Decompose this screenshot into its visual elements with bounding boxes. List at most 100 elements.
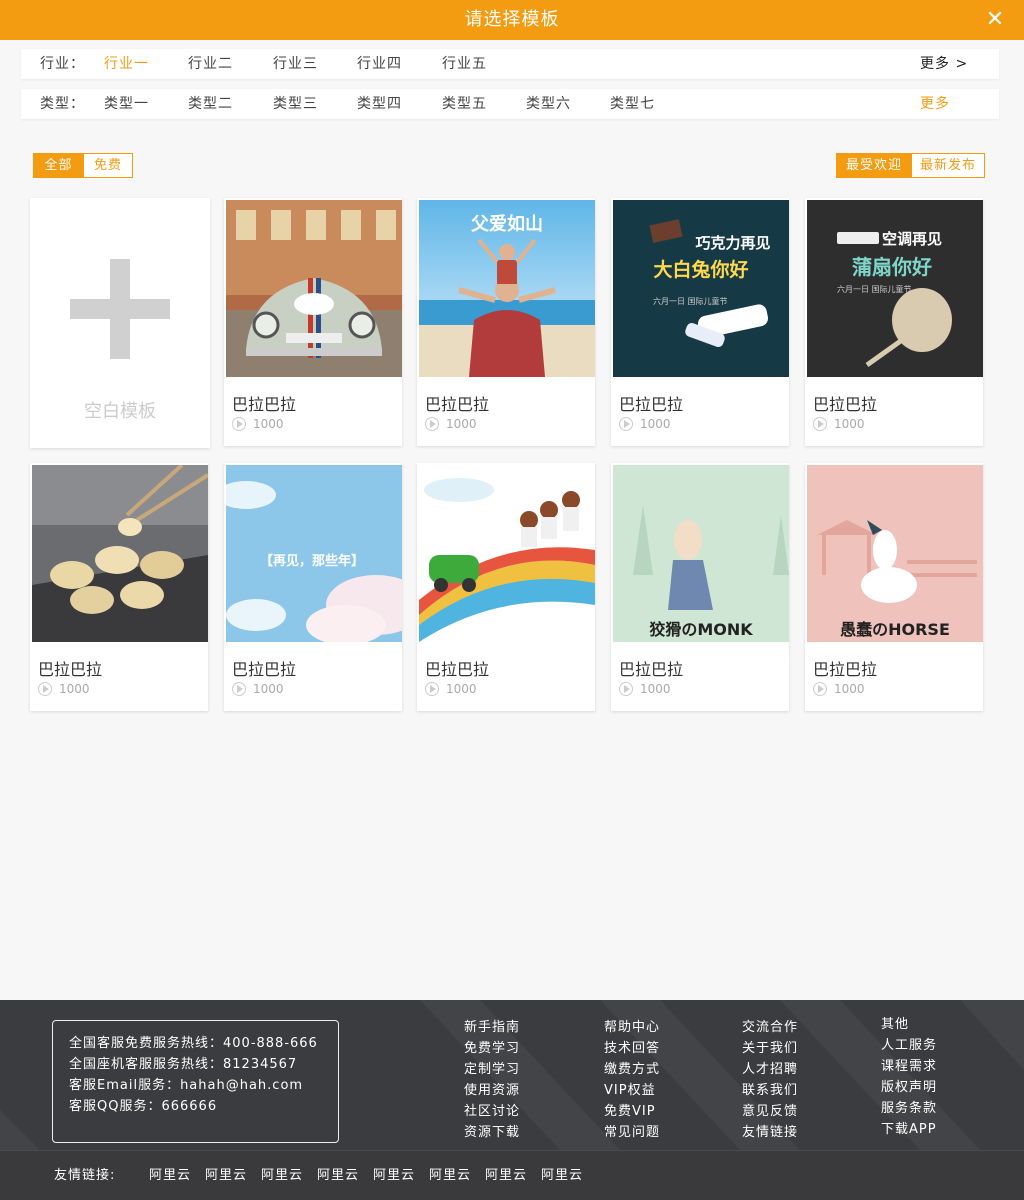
close-icon[interactable]: ✕ bbox=[984, 9, 1006, 31]
footer-column-1: 新手指南 免费学习 定制学习 使用资源 社区讨论 资源下载 bbox=[464, 1017, 520, 1143]
type-option-1[interactable]: 类型一 bbox=[104, 89, 149, 119]
svg-text:六月一日 国际儿童节: 六月一日 国际儿童节 bbox=[837, 284, 912, 294]
footer-link[interactable]: 使用资源 bbox=[464, 1080, 520, 1101]
email-text: 客服Email服务：hahah@hah.com bbox=[69, 1078, 304, 1093]
footer-link[interactable]: 缴费方式 bbox=[604, 1059, 660, 1080]
friend-link[interactable]: 阿里云 bbox=[317, 1151, 359, 1200]
industry-option-2[interactable]: 行业二 bbox=[188, 49, 233, 79]
template-name: 巴拉巴拉 bbox=[619, 660, 684, 679]
template-views: 1000 bbox=[619, 417, 671, 431]
footer-link[interactable]: VIP权益 bbox=[604, 1080, 660, 1101]
toggle-newest[interactable]: 最新发布 bbox=[911, 154, 984, 177]
footer-link[interactable]: 关于我们 bbox=[742, 1038, 798, 1059]
footer-link[interactable]: 下载APP bbox=[881, 1119, 937, 1140]
friend-links-bar: 友情链接: 阿里云 阿里云 阿里云 阿里云 阿里云 阿里云 阿里云 阿里云 bbox=[0, 1150, 1024, 1200]
blank-template-card[interactable]: 空白模板 bbox=[30, 198, 210, 448]
footer-link[interactable]: 免费学习 bbox=[464, 1038, 520, 1059]
play-icon bbox=[619, 417, 633, 431]
template-card[interactable]: 巧克力再见 大白兔你好 六月一日 国际儿童节 巴拉巴拉 1000 bbox=[611, 198, 789, 446]
template-views: 1000 bbox=[813, 682, 865, 696]
template-card[interactable]: 父爱如山 巴拉巴拉 1000 bbox=[417, 198, 595, 446]
friend-link[interactable]: 阿里云 bbox=[261, 1151, 303, 1200]
footer-link[interactable]: 新手指南 bbox=[464, 1017, 520, 1038]
template-card[interactable]: 空调再见 蒲扇你好 六月一日 国际儿童节 巴拉巴拉 1000 bbox=[805, 198, 983, 446]
type-option-3[interactable]: 类型三 bbox=[273, 89, 318, 119]
footer-link[interactable]: 友情链接 bbox=[742, 1122, 798, 1143]
friend-links-label: 友情链接: bbox=[54, 1168, 116, 1183]
template-card[interactable]: 巴拉巴拉 1000 bbox=[417, 463, 595, 711]
template-card[interactable]: 【再见，那些年】 巴拉巴拉 1000 bbox=[224, 463, 402, 711]
play-icon bbox=[232, 417, 246, 431]
page-title: 请选择模板 bbox=[464, 9, 560, 30]
friend-link[interactable]: 阿里云 bbox=[205, 1151, 247, 1200]
svg-text:巧克力再见: 巧克力再见 bbox=[695, 234, 770, 252]
footer-link[interactable]: 人才招聘 bbox=[742, 1059, 798, 1080]
template-name: 巴拉巴拉 bbox=[425, 660, 490, 679]
footer-link[interactable]: 社区讨论 bbox=[464, 1101, 520, 1122]
template-views: 1000 bbox=[425, 417, 477, 431]
friend-link[interactable]: 阿里云 bbox=[541, 1151, 583, 1200]
template-thumbnail bbox=[226, 200, 402, 377]
blank-template-label: 空白模板 bbox=[84, 401, 156, 422]
friend-link[interactable]: 阿里云 bbox=[373, 1151, 415, 1200]
footer-link[interactable]: 常见问题 bbox=[604, 1122, 660, 1143]
footer-column-4: 其他 人工服务 课程需求 版权声明 服务条款 下载APP bbox=[881, 1014, 937, 1140]
type-option-6[interactable]: 类型六 bbox=[526, 89, 571, 119]
template-thumbnail: 愚蠢のHORSE bbox=[807, 465, 983, 642]
template-name: 巴拉巴拉 bbox=[425, 395, 490, 414]
sort-toggle: 最受欢迎 最新发布 bbox=[836, 153, 985, 178]
footer-link[interactable]: 定制学习 bbox=[464, 1059, 520, 1080]
footer-link[interactable]: 其他 bbox=[881, 1014, 937, 1035]
type-more-link[interactable]: 更多 bbox=[920, 89, 950, 119]
industry-option-3[interactable]: 行业三 bbox=[273, 49, 318, 79]
industry-more-link[interactable]: 更多 > bbox=[920, 49, 968, 79]
type-option-7[interactable]: 类型七 bbox=[610, 89, 655, 119]
template-thumbnail: 空调再见 蒲扇你好 六月一日 国际儿童节 bbox=[807, 200, 983, 377]
industry-option-5[interactable]: 行业五 bbox=[442, 49, 487, 79]
template-thumbnail: 巧克力再见 大白兔你好 六月一日 国际儿童节 bbox=[613, 200, 789, 377]
svg-text:父爱如山: 父爱如山 bbox=[471, 213, 543, 235]
footer-link[interactable]: 交流合作 bbox=[742, 1017, 798, 1038]
template-name: 巴拉巴拉 bbox=[38, 660, 103, 679]
svg-text:愚蠢のHORSE: 愚蠢のHORSE bbox=[840, 620, 950, 639]
type-option-5[interactable]: 类型五 bbox=[442, 89, 487, 119]
type-option-2[interactable]: 类型二 bbox=[188, 89, 233, 119]
industry-label: 行业： bbox=[40, 56, 85, 72]
friend-link[interactable]: 阿里云 bbox=[429, 1151, 471, 1200]
footer-link[interactable]: 帮助中心 bbox=[604, 1017, 660, 1038]
template-card[interactable]: 愚蠢のHORSE 巴拉巴拉 1000 bbox=[805, 463, 983, 711]
friend-link[interactable]: 阿里云 bbox=[149, 1151, 191, 1200]
footer-link[interactable]: 联系我们 bbox=[742, 1080, 798, 1101]
industry-filter-bar: 行业： 行业一 行业二 行业三 行业四 行业五 更多 > bbox=[21, 49, 999, 79]
toggle-all[interactable]: 全部 bbox=[34, 154, 83, 177]
play-icon bbox=[813, 682, 827, 696]
template-card[interactable]: 巴拉巴拉 1000 bbox=[30, 463, 208, 711]
play-icon bbox=[813, 417, 827, 431]
template-views: 1000 bbox=[38, 682, 90, 696]
play-icon bbox=[38, 682, 52, 696]
template-views: 1000 bbox=[813, 417, 865, 431]
footer-link[interactable]: 免费VIP bbox=[604, 1101, 660, 1122]
template-card[interactable]: 狡猾のMONK 巴拉巴拉 1000 bbox=[611, 463, 789, 711]
toggle-free[interactable]: 免费 bbox=[83, 154, 132, 177]
template-thumbnail bbox=[32, 465, 208, 642]
template-card[interactable]: 巴拉巴拉 1000 bbox=[224, 198, 402, 446]
footer-link[interactable]: 人工服务 bbox=[881, 1035, 937, 1056]
footer-link[interactable]: 资源下载 bbox=[464, 1122, 520, 1143]
footer-link[interactable]: 课程需求 bbox=[881, 1056, 937, 1077]
template-views: 1000 bbox=[425, 682, 477, 696]
industry-option-1[interactable]: 行业一 bbox=[104, 49, 149, 79]
template-thumbnail: 【再见，那些年】 bbox=[226, 465, 402, 642]
footer-link[interactable]: 服务条款 bbox=[881, 1098, 937, 1119]
toggle-most-popular[interactable]: 最受欢迎 bbox=[837, 154, 911, 177]
footer-link[interactable]: 意见反馈 bbox=[742, 1101, 798, 1122]
type-filter-bar: 类型： 类型一 类型二 类型三 类型四 类型五 类型六 类型七 更多 bbox=[21, 89, 999, 119]
industry-option-4[interactable]: 行业四 bbox=[357, 49, 402, 79]
type-option-4[interactable]: 类型四 bbox=[357, 89, 402, 119]
friend-link[interactable]: 阿里云 bbox=[485, 1151, 527, 1200]
header-bar: 请选择模板 ✕ bbox=[0, 0, 1024, 40]
play-icon bbox=[425, 682, 439, 696]
footer-link[interactable]: 版权声明 bbox=[881, 1077, 937, 1098]
svg-text:【再见，那些年】: 【再见，那些年】 bbox=[260, 553, 364, 569]
footer-link[interactable]: 技术回答 bbox=[604, 1038, 660, 1059]
